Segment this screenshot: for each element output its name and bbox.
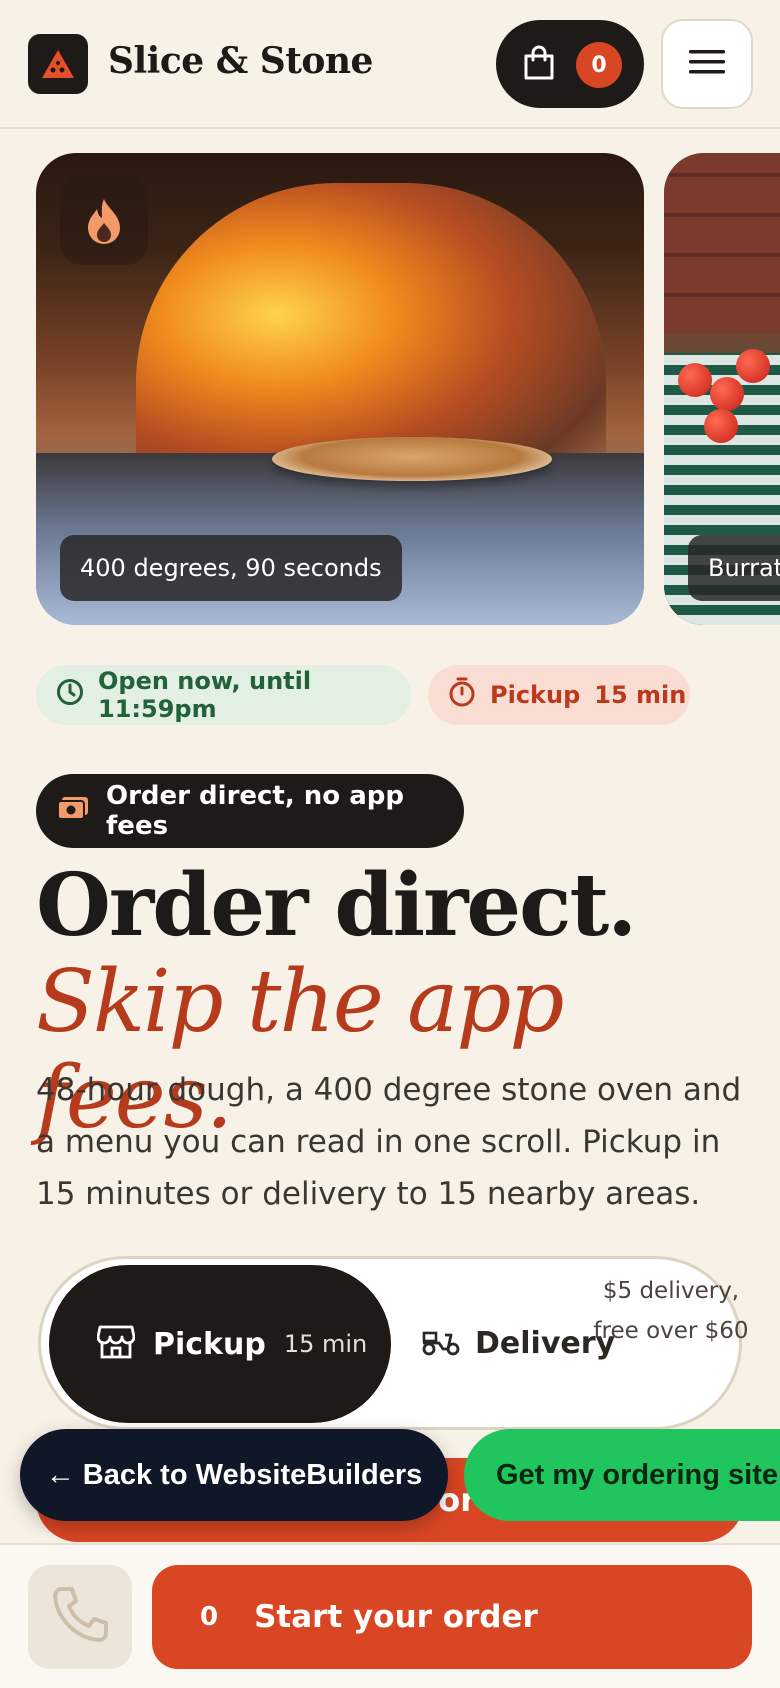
logo-icon[interactable] <box>28 34 88 94</box>
delivery-option[interactable]: Delivery $5 delivery, free over $60 <box>421 1259 749 1427</box>
pickup-time: 15 min <box>594 681 687 709</box>
pickup-option-time: 15 min <box>283 1330 368 1358</box>
delivery-fee-text: $5 delivery, free over $60 <box>593 1278 749 1344</box>
tomato-image <box>678 363 712 397</box>
order-mode-toggle[interactable]: Pickup 15 min Delivery $5 delivery, free… <box>38 1256 749 1430</box>
hero-lead: 48-hour dough, a 400 degree stone oven a… <box>36 1072 742 1212</box>
headline-plain: Order direct. <box>36 855 637 956</box>
hamburger-icon <box>689 48 725 80</box>
fire-icon <box>60 177 148 265</box>
tomato-image <box>736 349 770 383</box>
pickup-time-pill: Pickup 15 min <box>428 665 690 725</box>
bottom-action-bar: 0 Start your order <box>0 1543 780 1688</box>
pickup-label: Pickup <box>490 681 581 709</box>
brick-wall-image <box>664 153 780 333</box>
pizza-image <box>272 437 552 481</box>
store-icon <box>96 1325 136 1363</box>
start-order-label: Start your order <box>254 1599 538 1635</box>
back-to-websitebuilders-button[interactable]: ← Back to WebsiteBuilders <box>20 1429 448 1521</box>
cart-button[interactable]: 0 <box>496 20 644 108</box>
open-status-pill: Open now, until 11:59pm <box>36 665 411 725</box>
slide-caption: Burrat <box>688 535 780 601</box>
shopping-bag-icon <box>522 44 556 86</box>
scooter-icon <box>421 1325 461 1361</box>
get-ordering-site-button[interactable]: Get my ordering site <box>464 1429 780 1521</box>
site-header: Slice & Stone 0 <box>0 0 780 129</box>
open-status-text: Open now, until 11:59pm <box>98 667 312 723</box>
start-order-button[interactable]: 0 Start your order <box>152 1565 752 1669</box>
cart-count-badge: 0 <box>576 42 622 88</box>
carousel-slide[interactable]: 400 degrees, 90 seconds <box>36 153 644 625</box>
stopwatch-icon <box>448 677 490 713</box>
pickup-option[interactable]: Pickup 15 min <box>49 1265 391 1423</box>
tomato-image <box>704 409 738 443</box>
pickup-option-label: Pickup <box>153 1326 266 1362</box>
phone-icon <box>48 1583 112 1651</box>
brand-name[interactable]: Slice & Stone <box>108 40 373 82</box>
cash-icon <box>56 795 106 828</box>
slide-caption: 400 degrees, 90 seconds <box>60 535 402 601</box>
call-button[interactable] <box>28 1565 132 1669</box>
tomato-image <box>710 377 744 411</box>
menu-button[interactable] <box>661 19 753 109</box>
order-count: 0 <box>200 1602 219 1632</box>
clock-icon <box>56 678 98 712</box>
photo-carousel[interactable]: 400 degrees, 90 seconds Burrat <box>0 153 780 635</box>
no-fees-tag: Order direct, no app fees <box>36 774 464 848</box>
carousel-slide[interactable]: Burrat <box>664 153 780 625</box>
tag-text: Order direct, no app fees <box>106 781 404 841</box>
